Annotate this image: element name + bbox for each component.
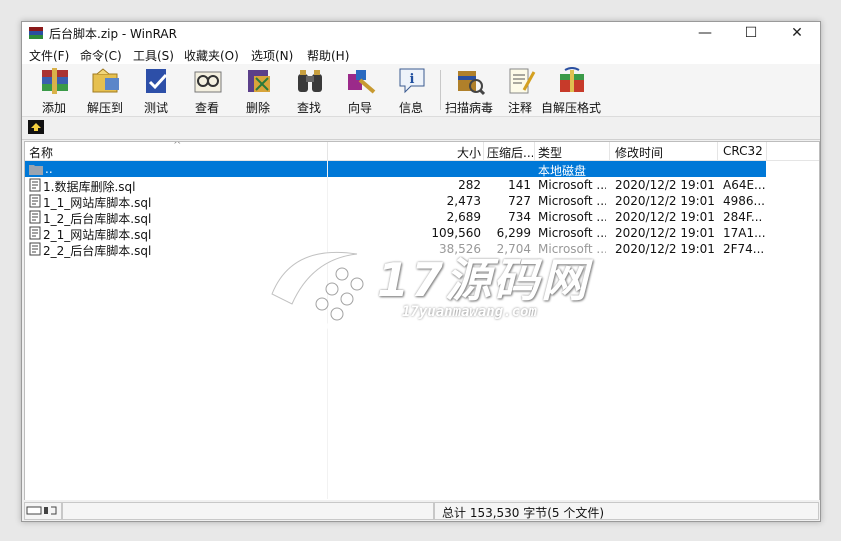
drive-status-icon xyxy=(26,506,57,515)
cell-crc: 4986... xyxy=(723,194,765,208)
status-bar: 总计 153,530 字节(5 个文件) xyxy=(22,500,820,521)
svg-text:i: i xyxy=(410,72,415,87)
col-header-packed[interactable]: 压缩后... xyxy=(487,144,533,161)
column-divider xyxy=(766,142,767,160)
sql-file-icon xyxy=(29,210,41,224)
maximize-button[interactable]: ☐ xyxy=(728,22,774,44)
cell-name: 2_2_后台库脚本.sql xyxy=(43,244,152,258)
column-divider xyxy=(483,142,484,160)
close-button[interactable]: ✕ xyxy=(774,22,820,44)
delete-icon xyxy=(248,70,270,92)
menu-file[interactable]: 文件(F) xyxy=(29,47,69,64)
info-button[interactable]: i 信息 xyxy=(385,66,437,115)
cell-modified: 2020/12/2 19:01 xyxy=(615,226,715,240)
cell-modified: 2020/12/2 19:01 xyxy=(615,178,715,192)
view-icon xyxy=(194,71,222,93)
table-row-parent[interactable]: .. 本地磁盘 xyxy=(25,161,766,178)
cell-size: 2,473 xyxy=(446,194,481,208)
watermark: 17源码网 17yuanmawang.com xyxy=(262,234,622,344)
address-bar xyxy=(22,117,820,140)
watermark-title: 17源码网 xyxy=(377,253,590,307)
window-title: 后台脚本.zip - WinRAR xyxy=(49,27,177,41)
col-header-size[interactable]: 大小 xyxy=(435,144,481,161)
cell-name: .. xyxy=(45,162,53,176)
find-icon xyxy=(298,70,322,92)
col-header-name[interactable]: 名称 xyxy=(29,144,53,161)
winrar-app-icon xyxy=(29,27,43,39)
status-drive-pane[interactable] xyxy=(24,502,62,520)
scan-virus-icon xyxy=(458,71,485,96)
table-row[interactable]: 1_1_网站库脚本.sql 2,473 727 Microsoft ... 20… xyxy=(25,193,766,210)
sql-file-icon xyxy=(29,242,41,256)
cell-crc: 2F74... xyxy=(723,242,765,256)
col-header-crc[interactable]: CRC32 xyxy=(723,144,763,158)
column-divider xyxy=(609,142,610,160)
cell-crc: A64E... xyxy=(723,178,765,192)
watermark-url: 17yuanmawang.com xyxy=(402,304,537,320)
cell-packed: 734 xyxy=(508,210,531,224)
watermark-logo xyxy=(271,251,374,330)
column-divider xyxy=(534,142,535,160)
sfx-icon xyxy=(560,67,584,92)
menu-tools[interactable]: 工具(S) xyxy=(133,47,174,64)
cell-modified: 2020/12/2 19:01 xyxy=(615,210,715,224)
status-left-pane xyxy=(62,502,434,520)
info-icon: i xyxy=(399,68,425,94)
menu-options[interactable]: 选项(N) xyxy=(251,47,293,64)
table-row[interactable]: 1.数据库删除.sql 282 141 Microsoft ... 2020/1… xyxy=(25,177,766,194)
sql-file-icon xyxy=(29,194,41,208)
list-header: 名称 ^ 大小 压缩后... 类型 修改时间 CRC32 xyxy=(25,142,819,161)
folder-icon xyxy=(29,165,43,175)
extract-to-icon xyxy=(92,68,119,93)
table-row[interactable]: 1_2_后台库脚本.sql 2,689 734 Microsoft ... 20… xyxy=(25,209,766,226)
col-header-type[interactable]: 类型 xyxy=(538,144,562,161)
menu-commands[interactable]: 命令(C) xyxy=(80,47,122,64)
menu-bar: 文件(F) 命令(C) 工具(S) 收藏夹(O) 选项(N) 帮助(H) xyxy=(22,44,820,64)
cell-packed: 727 xyxy=(508,194,531,208)
cell-crc: 17A1... xyxy=(723,226,765,240)
comment-icon xyxy=(509,68,536,94)
cell-modified: 2020/12/2 19:01 xyxy=(615,242,715,256)
column-divider xyxy=(327,142,328,160)
title-bar[interactable]: 后台脚本.zip - WinRAR — ☐ ✕ xyxy=(22,22,820,44)
cell-type: Microsoft ... xyxy=(538,178,606,192)
wizard-icon xyxy=(348,70,376,94)
test-icon xyxy=(146,69,168,93)
col-header-modified[interactable]: 修改时间 xyxy=(615,144,663,161)
cell-type: Microsoft ... xyxy=(538,194,606,208)
cell-crc: 284F... xyxy=(723,210,763,224)
cell-type: Microsoft ... xyxy=(538,210,606,224)
minimize-button[interactable]: — xyxy=(682,22,728,44)
sql-file-icon xyxy=(29,178,41,192)
status-total: 总计 153,530 字节(5 个文件) xyxy=(442,506,605,520)
add-archive-icon xyxy=(42,68,68,94)
menu-favorites[interactable]: 收藏夹(O) xyxy=(184,47,239,64)
menu-help[interactable]: 帮助(H) xyxy=(307,47,349,64)
sfx-button[interactable]: 自解压格式 xyxy=(541,66,601,115)
cell-size: 2,689 xyxy=(446,210,481,224)
cell-size: 282 xyxy=(458,178,481,192)
cell-modified: 2020/12/2 19:01 xyxy=(615,194,715,208)
up-folder-button[interactable] xyxy=(28,120,44,134)
column-divider xyxy=(717,142,718,160)
cell-packed: 141 xyxy=(508,178,531,192)
sort-ascending-icon: ^ xyxy=(173,141,182,151)
winrar-window: 后台脚本.zip - WinRAR — ☐ ✕ 文件(F) 命令(C) 工具(S… xyxy=(21,21,821,522)
toolbar: 添加 解压到 测试 查看 删除 查找 向导 i 信息 扫描病毒 注释 自解压格式 xyxy=(22,64,820,117)
sql-file-icon xyxy=(29,226,41,240)
up-arrow-icon xyxy=(29,121,43,133)
sfx-label: 自解压格式 xyxy=(540,101,601,115)
